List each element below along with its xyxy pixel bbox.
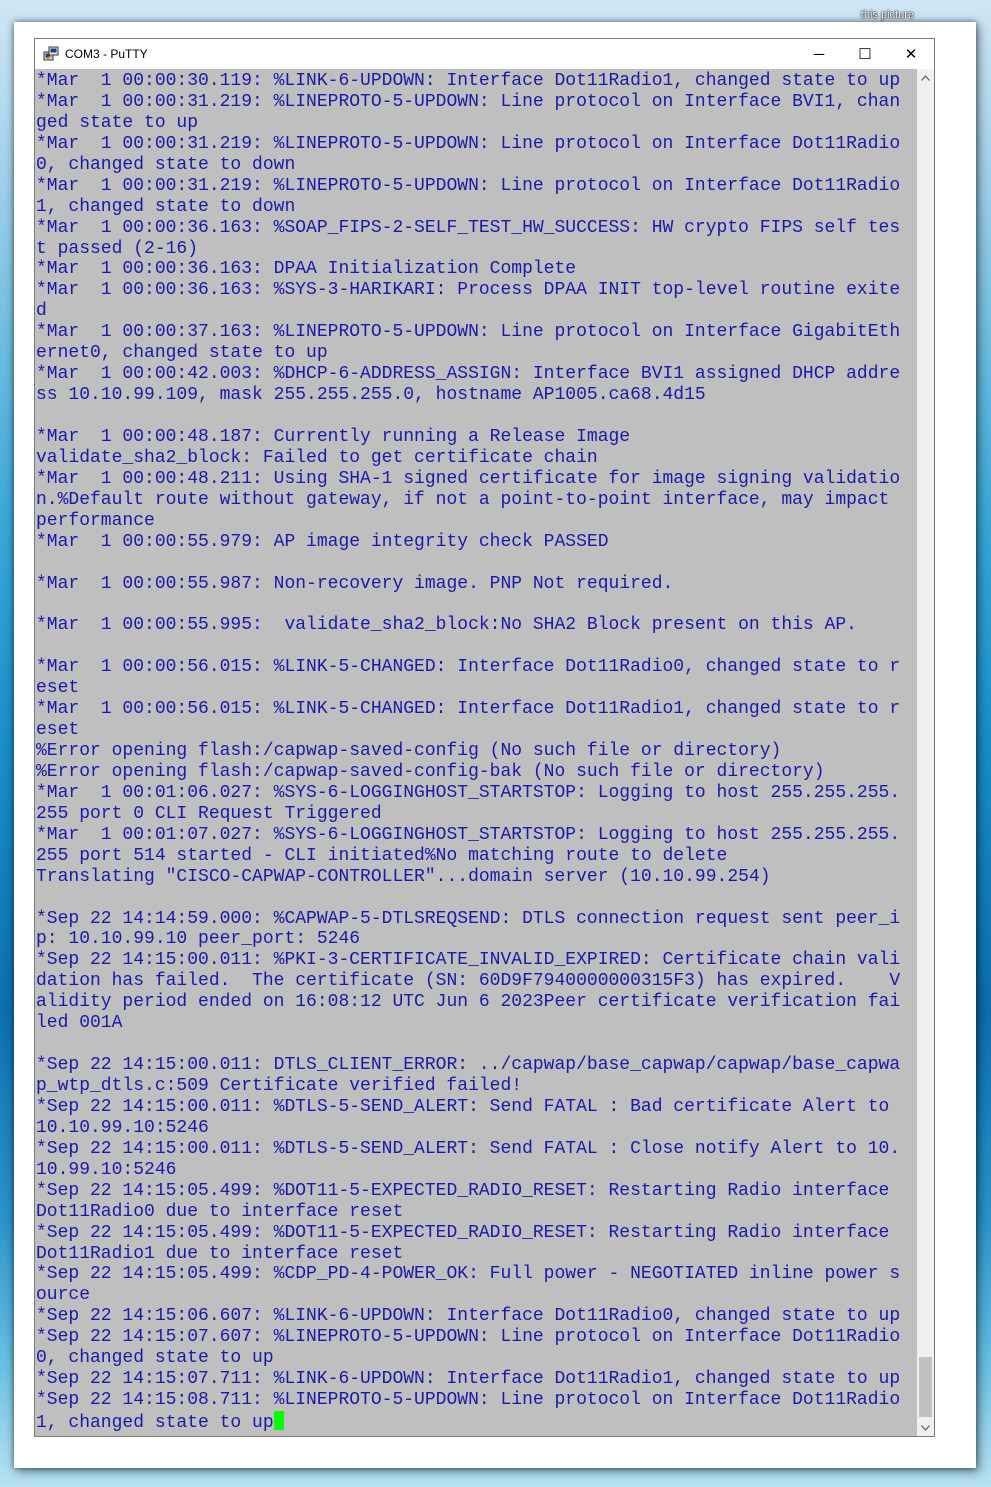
terminal-line: dation has failed. The certificate (SN: … <box>36 971 901 992</box>
terminal-line: n.%Default route without gateway, if not… <box>36 489 890 510</box>
terminal-line: 0, changed state to down <box>36 154 296 175</box>
terminal-line: *Mar 1 00:00:31.219: %LINEPROTO-5-UPDOWN… <box>36 91 901 112</box>
terminal-line: ource <box>36 1285 91 1306</box>
terminal-line: ged state to up <box>36 112 199 133</box>
terminal-line: 10.99.10:5246 <box>36 1159 177 1180</box>
title-bar[interactable]: COM3 - PuTTY ─ ☐ ✕ <box>35 39 934 69</box>
terminal-line: %Error opening flash:/capwap-saved-confi… <box>36 741 782 761</box>
terminal-line: *Mar 1 00:00:31.219: %LINEPROTO-5-UPDOWN… <box>36 175 901 196</box>
terminal-line: 10.10.99.10:5246 <box>36 1117 209 1138</box>
terminal-line: ss 10.10.99.109, mask 255.255.255.0, hos… <box>36 385 706 406</box>
terminal-line: %Error opening flash:/capwap-saved-confi… <box>36 761 825 782</box>
terminal-line: *Mar 1 00:00:55.995: validate_sha2_block… <box>36 615 857 636</box>
putty-icon[interactable] <box>43 46 59 62</box>
putty-window: COM3 - PuTTY ─ ☐ ✕ *Mar 1 00:00:30.119: … <box>34 38 935 1437</box>
terminal-line: eset <box>36 720 80 741</box>
terminal-line: Dot11Radio1 due to interface reset <box>36 1243 404 1264</box>
terminal-line: *Mar 1 00:00:31.219: %LINEPROTO-5-UPDOWN… <box>36 133 901 154</box>
image-caption: this picture <box>860 9 914 21</box>
terminal-line: ernet0, changed state to up <box>36 343 328 364</box>
terminal-line: *Sep 22 14:15:00.011: %PKI-3-CERTIFICATE… <box>36 950 901 971</box>
terminal-line: *Mar 1 00:01:06.027: %SYS-6-LOGGINGHOST_… <box>36 782 901 803</box>
terminal-line: validate_sha2_block: Failed to get certi… <box>36 447 598 468</box>
scrollbar-thumb[interactable] <box>919 1357 932 1417</box>
terminal-line: *Sep 22 14:15:05.499: %DOT11-5-EXPECTED_… <box>36 1222 890 1243</box>
terminal-line: *Mar 1 00:00:55.979: AP image integrity … <box>36 531 609 552</box>
terminal-line: *Mar 1 00:00:48.211: Using SHA-1 signed … <box>36 468 901 489</box>
terminal-line: 255 port 514 started - CLI initiated%No … <box>36 845 728 866</box>
text-cursor <box>273 1411 284 1430</box>
terminal-line: *Mar 1 00:00:48.187: Currently running a… <box>36 426 631 447</box>
terminal-line: 0, changed state to up <box>36 1348 274 1369</box>
terminal-line: p_wtp_dtls.c:509 Certificate verified fa… <box>36 1076 523 1096</box>
terminal-line: 255 port 0 CLI Request Triggered <box>36 803 382 824</box>
terminal-line: *Mar 1 00:00:56.015: %LINK-5-CHANGED: In… <box>36 657 901 678</box>
terminal-line: *Sep 22 14:15:08.711: %LINEPROTO-5-UPDOW… <box>36 1390 901 1411</box>
terminal-line: *Mar 1 00:00:30.119: %LINK-6-UPDOWN: Int… <box>36 71 901 91</box>
terminal-line: *Mar 1 00:00:37.163: %LINEPROTO-5-UPDOWN… <box>36 322 901 343</box>
terminal-line: *Mar 1 00:01:07.027: %SYS-6-LOGGINGHOST_… <box>36 824 901 845</box>
terminal-line: *Sep 22 14:15:06.607: %LINK-6-UPDOWN: In… <box>36 1306 901 1327</box>
terminal-line: alidity period ended on 16:08:12 UTC Jun… <box>36 992 901 1013</box>
terminal-line: *Sep 22 14:15:07.607: %LINEPROTO-5-UPDOW… <box>36 1327 901 1348</box>
terminal-line: t passed (2-16) <box>36 238 199 259</box>
terminal-line: *Mar 1 00:00:55.987: Non-recovery image.… <box>36 573 674 594</box>
window-title: COM3 - PuTTY <box>65 47 148 61</box>
minimize-button[interactable]: ─ <box>796 39 842 69</box>
terminal-line: d <box>36 301 47 322</box>
terminal-line: *Mar 1 00:00:56.015: %LINK-5-CHANGED: In… <box>36 699 901 720</box>
terminal-line: *Sep 22 14:15:00.011: DTLS_CLIENT_ERROR:… <box>36 1055 901 1076</box>
chevron-up-icon[interactable] <box>917 69 934 86</box>
vertical-scrollbar[interactable] <box>917 69 934 1436</box>
terminal-line: *Sep 22 14:15:00.011: %DTLS-5-SEND_ALERT… <box>36 1096 890 1117</box>
terminal-line: eset <box>36 678 80 699</box>
terminal-line: *Sep 22 14:15:05.499: %CDP_PD-4-POWER_OK… <box>36 1264 901 1285</box>
close-button[interactable]: ✕ <box>888 39 934 69</box>
terminal-line: *Mar 1 00:00:36.163: DPAA Initialization… <box>36 259 577 280</box>
terminal-line: *Mar 1 00:00:36.163: %SOAP_FIPS-2-SELF_T… <box>36 217 901 238</box>
terminal-line: *Mar 1 00:00:36.163: %SYS-3-HARIKARI: Pr… <box>36 280 901 301</box>
maximize-button[interactable]: ☐ <box>842 39 888 69</box>
terminal-line: performance <box>36 510 155 531</box>
chevron-down-icon[interactable] <box>917 1419 934 1436</box>
terminal-line: *Sep 22 14:15:00.011: %DTLS-5-SEND_ALERT… <box>36 1138 901 1159</box>
terminal-line: *Sep 22 14:15:07.711: %LINK-6-UPDOWN: In… <box>36 1369 901 1390</box>
terminal-line: Translating "CISCO-CAPWAP-CONTROLLER"...… <box>36 866 771 887</box>
terminal-line: p: 10.10.99.10 peer_port: 5246 <box>36 929 361 950</box>
terminal-line: *Sep 22 14:14:59.000: %CAPWAP-5-DTLSREQS… <box>36 908 901 929</box>
terminal-area[interactable]: *Mar 1 00:00:30.119: %LINK-6-UPDOWN: Int… <box>35 69 917 1436</box>
terminal-line: 1, changed state to down <box>36 196 296 217</box>
terminal-line: Dot11Radio0 due to interface reset <box>36 1201 404 1222</box>
terminal-output: *Mar 1 00:00:30.119: %LINK-6-UPDOWN: Int… <box>35 69 917 1434</box>
terminal-line: led 001A <box>36 1013 123 1034</box>
terminal-line: 1, changed state to up <box>36 1413 274 1433</box>
terminal-line: *Mar 1 00:00:42.003: %DHCP-6-ADDRESS_ASS… <box>36 364 901 385</box>
terminal-line: *Sep 22 14:15:05.499: %DOT11-5-EXPECTED_… <box>36 1180 890 1201</box>
